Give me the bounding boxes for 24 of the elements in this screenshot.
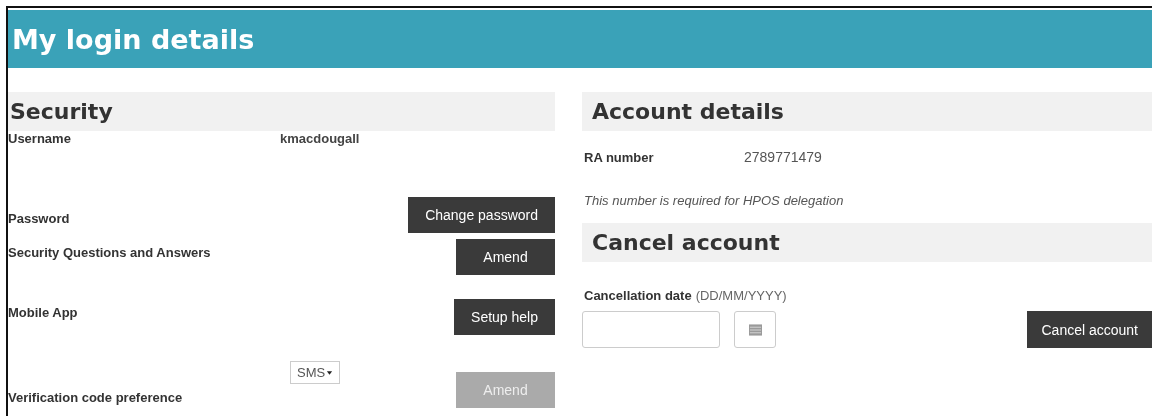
caret-icon [326, 369, 333, 376]
field-label: Mobile App [8, 305, 78, 320]
field-value: 2789771479 [744, 149, 822, 165]
button[interactable]: Cancel account [1027, 311, 1152, 348]
help-text: This number is required for HPOS delegation [583, 191, 845, 210]
section-heading: Cancel account [582, 223, 1152, 262]
button[interactable]: Amend [456, 239, 555, 275]
button[interactable]: Setup help [454, 299, 555, 335]
field-label: Security Questions and Answers [8, 245, 211, 260]
field-label: Verification code preference [8, 389, 183, 405]
date-field[interactable] [582, 311, 720, 348]
section-heading: Account details [582, 92, 1152, 131]
calendar-icon [748, 323, 762, 336]
format-hint: (DD/MM/YYYY) [695, 288, 787, 303]
calendar-button[interactable] [734, 311, 776, 348]
button[interactable]: Change password [408, 197, 555, 233]
field-label: Username [8, 131, 71, 146]
field-value: kmacdougall [280, 131, 360, 146]
dropdown[interactable]: SMS [290, 361, 340, 384]
page-title: My login details [12, 23, 255, 55]
field-label: Cancellation date [584, 288, 692, 303]
section-heading: Security [8, 92, 555, 131]
field-label: RA number [583, 149, 655, 165]
field-label: Password [8, 210, 70, 226]
